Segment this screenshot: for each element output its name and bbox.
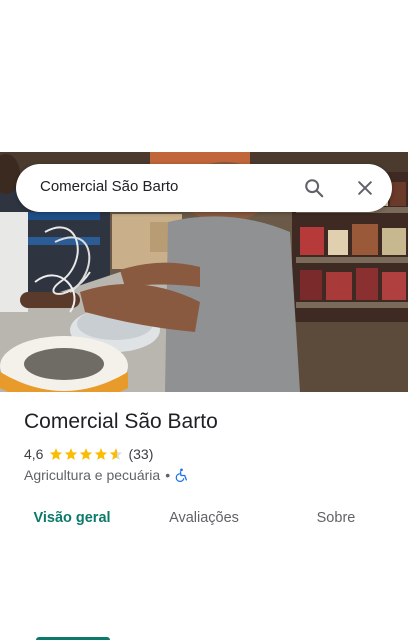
blank-top-area xyxy=(0,0,408,152)
star-icon xyxy=(95,448,108,460)
half-star-icon xyxy=(110,448,123,460)
place-tabs: Visão geral Avaliações Sobre xyxy=(0,498,408,640)
place-category: Agricultura e pecuária xyxy=(24,467,161,483)
search-button[interactable] xyxy=(300,174,328,202)
wheelchair-icon xyxy=(175,468,188,482)
category-row: Agricultura e pecuária • xyxy=(24,466,188,484)
separator-dot: • xyxy=(165,467,171,483)
search-input[interactable]: Comercial São Barto xyxy=(40,178,178,195)
star-icon xyxy=(50,448,63,460)
rating-stars xyxy=(49,447,124,461)
tab-overview[interactable]: Visão geral xyxy=(24,498,120,538)
tab-about[interactable]: Sobre xyxy=(296,498,376,538)
place-info-panel: Comercial São Barto 4,6 (33) Agricultura… xyxy=(0,392,408,640)
tab-reviews[interactable]: Avaliações xyxy=(156,498,252,538)
review-count[interactable]: (33) xyxy=(128,446,153,462)
search-bar[interactable]: Comercial São Barto xyxy=(16,164,392,212)
clear-search-button[interactable] xyxy=(351,174,379,202)
close-icon xyxy=(358,181,372,195)
rating-row[interactable]: 4,6 (33) xyxy=(24,444,153,464)
star-icon xyxy=(80,448,93,460)
place-title: Comercial São Barto xyxy=(24,410,218,433)
star-icon xyxy=(65,448,78,460)
rating-value: 4,6 xyxy=(24,446,44,462)
search-icon xyxy=(305,179,324,198)
